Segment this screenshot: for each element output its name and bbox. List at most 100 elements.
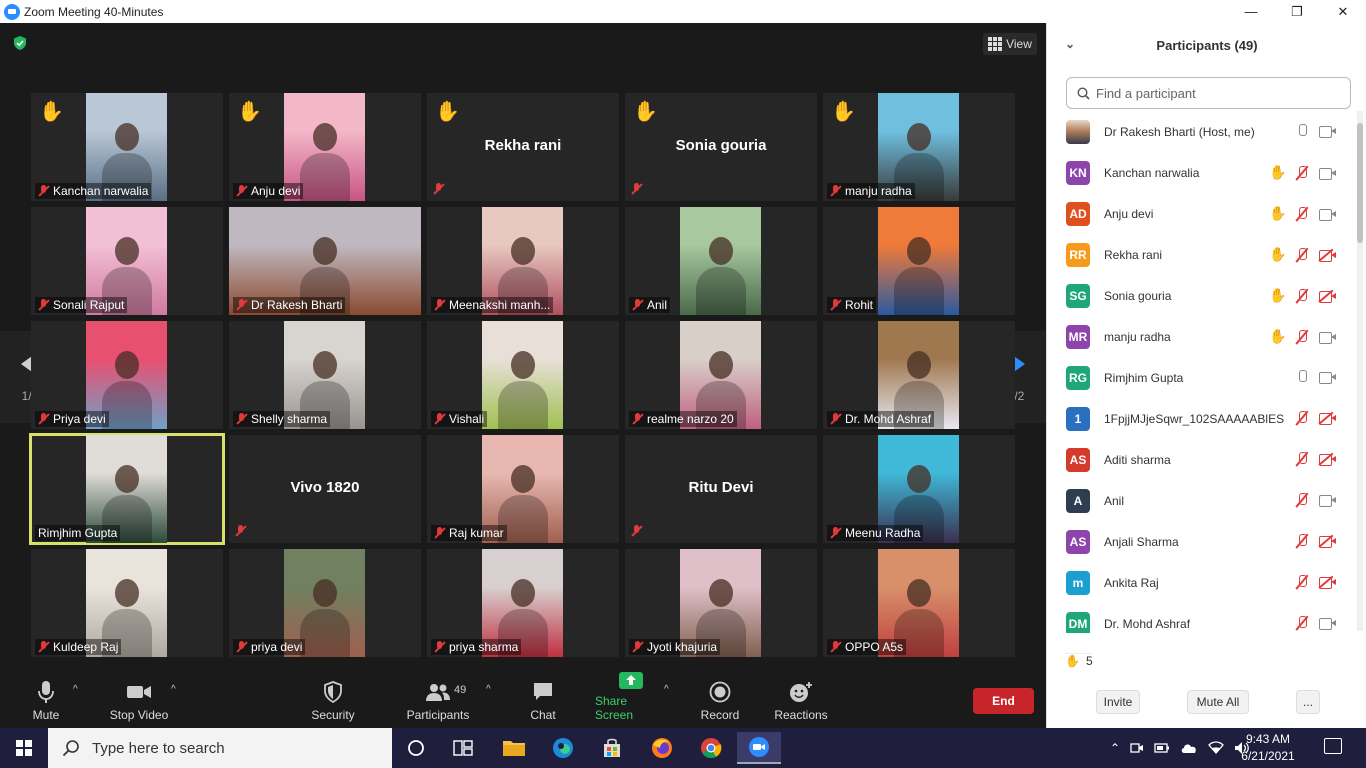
share-options-caret[interactable]: ^ [664,684,669,695]
view-button[interactable]: View [983,33,1037,55]
notification-center-icon[interactable] [1324,738,1342,754]
edge-browser-icon[interactable] [541,732,585,764]
video-tile[interactable]: Rohit [823,207,1015,315]
video-tile[interactable]: Meenu Radha [823,435,1015,543]
wifi-icon[interactable] [1208,741,1224,755]
show-hidden-icons[interactable]: ⌃ [1110,741,1120,755]
video-tile[interactable]: Meenakshi manh... [427,207,619,315]
share-screen-button[interactable]: Share Screen [595,672,667,728]
participant-search-input[interactable] [1096,85,1336,101]
muted-mic-icon[interactable] [1295,288,1309,304]
video-tile[interactable]: Rimjhim Gupta [29,433,225,545]
video-tile[interactable]: priya devi [229,549,421,657]
taskbar-clock[interactable]: 9:43 AM 6/21/2021 [1228,731,1308,765]
microsoft-store-icon[interactable] [590,732,634,764]
participant-row[interactable]: RR Rekha rani ✋ [1047,234,1357,275]
muted-mic-icon[interactable] [1295,329,1309,345]
video-tile[interactable]: Rekha rani ✋ [427,93,619,201]
video-off-icon[interactable] [1318,534,1337,548]
video-camera-icon[interactable] [1319,494,1337,507]
start-button[interactable] [0,728,48,768]
video-camera-icon[interactable] [1319,167,1337,180]
participant-row[interactable]: Dr Rakesh Bharti (Host, me) [1047,111,1357,152]
video-tile[interactable]: Raj kumar [427,435,619,543]
task-view-icon[interactable] [441,732,485,764]
muted-mic-icon[interactable] [1295,574,1309,590]
video-tile[interactable]: Kuldeep Raj [31,549,223,657]
video-options-caret[interactable]: ^ [171,684,176,695]
invite-button[interactable]: Invite [1096,690,1140,714]
battery-icon[interactable] [1154,742,1170,754]
video-tile[interactable]: Anil [625,207,817,315]
muted-mic-icon[interactable] [1295,247,1309,263]
video-tile[interactable]: Vivo 1820 [229,435,421,543]
chat-button[interactable]: Chat [527,672,559,728]
participants-scrollbar[interactable] [1357,111,1363,631]
shield-icon[interactable] [12,35,28,51]
chevron-down-icon[interactable]: ⌄ [1065,37,1075,51]
video-tile[interactable]: Shelly sharma [229,321,421,429]
close-button[interactable]: ✕ [1320,0,1366,23]
video-off-icon[interactable] [1318,289,1337,303]
video-tile[interactable]: ✋ Anju devi [229,93,421,201]
meet-now-icon[interactable] [1130,741,1144,755]
microphone-icon[interactable] [1295,369,1309,385]
video-tile[interactable]: ✋ manju radha [823,93,1015,201]
participant-row[interactable]: RG Rimjhim Gupta [1047,357,1357,398]
video-off-icon[interactable] [1318,452,1337,466]
microphone-icon[interactable] [1295,123,1309,139]
participant-row[interactable]: KN Kanchan narwalia ✋ [1047,152,1357,193]
video-camera-icon[interactable] [1319,125,1337,138]
zoom-taskbar-icon[interactable] [737,732,781,764]
record-button[interactable]: Record [700,672,740,728]
file-explorer-icon[interactable] [492,732,536,764]
video-tile[interactable]: Priya devi [31,321,223,429]
video-tile[interactable]: Dr Rakesh Bharti [229,207,421,315]
video-off-icon[interactable] [1318,575,1337,589]
video-tile[interactable]: Jyoti khajuria [625,549,817,657]
mute-all-button[interactable]: Mute All [1187,690,1249,714]
firefox-icon[interactable] [640,732,684,764]
participant-row[interactable]: A Anil [1047,480,1357,521]
muted-mic-icon[interactable] [1295,410,1309,426]
participants-button[interactable]: Participants [404,672,472,728]
video-camera-icon[interactable] [1319,331,1337,344]
stop-video-button[interactable]: Stop Video [108,672,170,728]
chrome-icon[interactable] [689,732,733,764]
end-meeting-button[interactable]: End [973,688,1034,714]
mute-options-caret[interactable]: ^ [73,684,78,695]
reactions-button[interactable]: Reactions [773,672,829,728]
more-options-button[interactable]: ... [1296,690,1320,714]
participant-row[interactable]: AS Anjali Sharma [1047,521,1357,562]
video-tile[interactable]: priya sharma [427,549,619,657]
participant-row[interactable]: MR manju radha ✋ [1047,316,1357,357]
muted-mic-icon[interactable] [1295,165,1309,181]
video-tile[interactable]: Sonali Rajput [31,207,223,315]
onedrive-cloud-icon[interactable] [1180,741,1198,755]
video-tile[interactable]: Ritu Devi [625,435,817,543]
participant-row[interactable]: AD Anju devi ✋ [1047,193,1357,234]
muted-mic-icon[interactable] [1295,206,1309,222]
video-tile[interactable]: Dr. Mohd Ashraf [823,321,1015,429]
mute-button[interactable]: Mute [28,672,64,728]
security-button[interactable]: Security [310,672,356,728]
video-off-icon[interactable] [1318,248,1337,262]
muted-mic-icon[interactable] [1295,533,1309,549]
video-camera-icon[interactable] [1319,371,1337,384]
participant-search[interactable] [1066,77,1351,109]
participant-row[interactable]: 1 1FpjjMJjeSqwr_102SAAAAABlES... [1047,398,1357,439]
video-tile[interactable]: Vishali [427,321,619,429]
video-tile[interactable]: realme narzo 20 [625,321,817,429]
muted-mic-icon[interactable] [1295,615,1309,631]
participants-options-caret[interactable]: ^ [486,684,491,695]
maximize-button[interactable]: ❐ [1274,0,1320,23]
muted-mic-icon[interactable] [1295,492,1309,508]
participant-row[interactable]: SG Sonia gouria ✋ [1047,275,1357,316]
participant-row[interactable]: AS Aditi sharma [1047,439,1357,480]
video-camera-icon[interactable] [1319,617,1337,630]
video-off-icon[interactable] [1318,411,1337,425]
taskbar-search[interactable]: Type here to search [48,728,392,768]
participant-row[interactable]: m Ankita Raj [1047,562,1357,603]
video-tile[interactable]: ✋ Kanchan narwalia [31,93,223,201]
minimize-button[interactable]: — [1228,0,1274,23]
